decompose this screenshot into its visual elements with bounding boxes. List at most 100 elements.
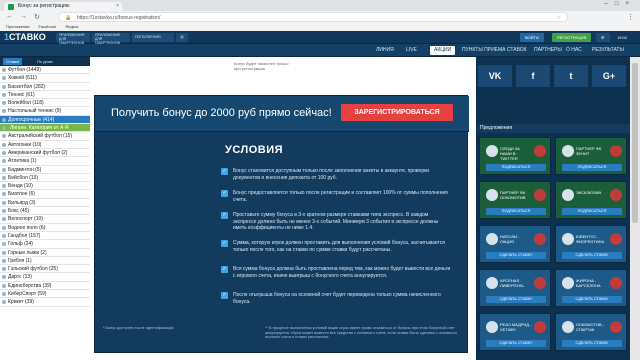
- page-scrollbar[interactable]: [630, 57, 640, 360]
- offer-card[interactable]: НАПОЛИ - ЛАЦИО СДЕЛАТЬ СТАВКУ: [479, 225, 551, 263]
- offer-label: ЛОКОМОТИВ - СПАРТАК: [576, 322, 605, 332]
- sidebar-sport-item[interactable]: Гольф (24): [0, 240, 90, 249]
- sidebar-sport-item[interactable]: Велоспорт (10): [0, 215, 90, 224]
- smartphone-app-button[interactable]: ПРИЛОЖЕНИЕ ДЛЯ СМАРТФОНОВ: [92, 33, 130, 45]
- bookmark-star-icon[interactable]: ☆: [557, 13, 561, 23]
- offer-card[interactable]: РЕАЛ МАДРИД - ХЕТАФЕ СДЕЛАТЬ СТАВКУ: [479, 313, 551, 351]
- sidebar-sport-item[interactable]: Биатлон (6): [0, 190, 90, 199]
- sidebar-sport-item[interactable]: Дартс (13): [0, 273, 90, 282]
- sidebar-sport-item[interactable]: Американский футбол (2): [0, 149, 90, 158]
- site-logo[interactable]: 1СТАВКО: [4, 32, 46, 42]
- tab-by-days[interactable]: По дням: [34, 58, 56, 65]
- nav-live[interactable]: LIVE: [406, 44, 417, 57]
- bookmark-item[interactable]: Яндекс: [65, 24, 78, 29]
- register-top-button[interactable]: РЕГИСТРАЦИЯ: [552, 33, 592, 42]
- offer-button[interactable]: СДЕЛАТЬ СТАВКУ: [562, 252, 622, 259]
- offer-card[interactable]: ПАРТНЕР ФК ЗЕНИТ ПОДПИСАТЬСЯ: [555, 137, 627, 175]
- nav-about[interactable]: О НАС: [566, 44, 582, 57]
- sidebar-sport-item[interactable]: Бокс (45): [0, 207, 90, 216]
- tab-strip: Бонус за регистрацию × –□×: [0, 0, 640, 11]
- sidebar-sport-item[interactable]: Австралийский футбол (15): [0, 132, 90, 141]
- settings-icon[interactable]: ⚙: [596, 33, 610, 42]
- login-button[interactable]: ВОЙТИ: [520, 33, 544, 42]
- sidebar-sport-item[interactable]: Теннис (61): [0, 91, 90, 100]
- sidebar-sport-item[interactable]: Хоккей (511): [0, 74, 90, 83]
- url-text: https://1xstavka.ru/bonus-registration/: [77, 15, 161, 21]
- offer-label: ЮВЕНТУС - ФИОРЕНТИНА: [576, 234, 605, 244]
- sidebar-sport-item[interactable]: Горные лыжи (2): [0, 249, 90, 257]
- offer-button[interactable]: ПОДПИСАТЬСЯ: [562, 164, 622, 171]
- bookmark-item[interactable]: Приложения: [6, 24, 29, 29]
- sidebar-sport-item[interactable]: Гребля (1): [0, 257, 90, 266]
- back-icon[interactable]: ←: [6, 13, 13, 20]
- sidebar-sport-item[interactable]: Футбол (1449): [0, 66, 90, 75]
- sidebar-sport-item[interactable]: Водное поло (6): [0, 224, 90, 232]
- nav-partners[interactable]: ПАРТНЕРЫ: [534, 44, 562, 57]
- bookmarks-bar: Приложения Facebook Яндекс: [0, 23, 640, 31]
- sidebar-sport-item[interactable]: Гандбол (157): [0, 232, 90, 241]
- tab-bets[interactable]: Ставки: [3, 58, 23, 65]
- bookmark-item[interactable]: Facebook: [39, 24, 57, 29]
- twitter-icon[interactable]: t: [554, 65, 588, 87]
- url-field[interactable]: 🔒 https://1xstavka.ru/bonus-registration…: [58, 12, 568, 22]
- apps-button[interactable]: ПРИЛОЖЕНИЯ ДЛЯ СМАРТФОНОВ: [56, 33, 90, 45]
- offer-card[interactable]: ЭКСКЛЮЗИВ ПОДПИСАТЬСЯ: [555, 181, 627, 219]
- sidebar-sport-item[interactable]: Бейсбол (19): [0, 174, 90, 183]
- sidebar-sport-item[interactable]: Бенди (10): [0, 182, 90, 191]
- offer-button[interactable]: ПОДПИСАТЬСЯ: [562, 208, 622, 215]
- team-logo-icon: [534, 145, 546, 157]
- reload-icon[interactable]: ↻: [34, 13, 40, 21]
- offer-button[interactable]: СДЕЛАТЬ СТАВКУ: [562, 296, 622, 303]
- condition-item: ✓ После отыгрыша бонуса на основной счет …: [221, 292, 441, 305]
- offer-card[interactable]: ЛОКОМОТИВ - СПАРТАК СДЕЛАТЬ СТАВКУ: [555, 313, 627, 351]
- browser-menu-icon[interactable]: ⋮: [627, 13, 634, 21]
- google-plus-icon[interactable]: G+: [592, 65, 626, 87]
- scroll-thumb[interactable]: [632, 63, 638, 223]
- conditions-title: УСЛОВИЯ: [225, 144, 284, 156]
- offer-card[interactable]: ЖИРОНА - БАРСЕЛОНА СДЕЛАТЬ СТАВКУ: [555, 269, 627, 307]
- sidebar-sport-item[interactable]: Атлетика (1): [0, 157, 90, 166]
- bonus-banner: Получить бонус до 2000 руб прямо сейчас!…: [95, 96, 469, 132]
- site-top-bar: 1СТАВКО ПРИЛОЖЕНИЯ ДЛЯ СМАРТФОНОВ ПРИЛОЖ…: [0, 31, 640, 48]
- sidebar-sport-item[interactable]: Лиганн. Категория от А-Я: [0, 124, 90, 133]
- offer-card[interactable]: АРСЕНАЛ - ЛИВЕРПУЛЬ СДЕЛАТЬ СТАВКУ: [479, 269, 551, 307]
- offer-card[interactable]: СЛЕДИ ЗА НАМИ В TWITTER ПОДПИСАТЬСЯ: [479, 137, 551, 175]
- sidebar-sport-item[interactable]: Настольный теннис (9): [0, 107, 90, 116]
- offer-card[interactable]: ЮВЕНТУС - ФИОРЕНТИНА СДЕЛАТЬ СТАВКУ: [555, 225, 627, 263]
- offer-card[interactable]: ПАРТНЕР ФК ЛОКОМОТИВ ПОДПИСАТЬСЯ: [479, 181, 551, 219]
- sidebar-sport-item[interactable]: Единоборства (39): [0, 282, 90, 291]
- close-tab-icon[interactable]: ×: [116, 2, 119, 11]
- check-icon: ✓: [221, 266, 228, 273]
- browser-tab[interactable]: Бонус за регистрацию ×: [4, 2, 122, 11]
- offers-column: VK f t G+ Предложения СЛЕДИ ЗА НАМИ В TW…: [476, 57, 630, 360]
- window-controls[interactable]: –□×: [605, 1, 636, 7]
- stats-icon[interactable]: ▥: [176, 33, 188, 42]
- vk-icon[interactable]: VK: [478, 65, 512, 87]
- offer-button[interactable]: СДЕЛАТЬ СТАВКУ: [486, 340, 546, 347]
- nav-promotions[interactable]: АКЦИИ: [430, 46, 456, 55]
- sidebar-sport-item[interactable]: КиберСпорт (59): [0, 290, 90, 299]
- sidebar-sport-item[interactable]: Гэльский футбол (25): [0, 265, 90, 274]
- deposit-button[interactable]: ПОПОЛНЕНИЕ/ВЫВОД: [132, 33, 174, 48]
- sidebar-sport-item[interactable]: Крикет (39): [0, 298, 90, 307]
- nav-results[interactable]: РЕЗУЛЬТАТЫ: [592, 44, 624, 57]
- offer-button[interactable]: ПОДПИСАТЬСЯ: [486, 164, 546, 171]
- team-logo-icon: [486, 233, 498, 245]
- sidebar-sport-item[interactable]: Бадминтон (5): [0, 166, 90, 174]
- offer-button[interactable]: СДЕЛАТЬ СТАВКУ: [562, 340, 622, 347]
- facebook-icon[interactable]: f: [516, 65, 550, 87]
- sidebar-sport-item[interactable]: Автогонки (10): [0, 141, 90, 149]
- sidebar-sport-item[interactable]: Долгосрочные (414): [0, 115, 90, 125]
- offer-label: РЕАЛ МАДРИД - ХЕТАФЕ: [500, 322, 532, 332]
- sidebar-sport-item[interactable]: Волейбол (118): [0, 99, 90, 108]
- offer-button[interactable]: СДЕЛАТЬ СТАВКУ: [486, 252, 546, 259]
- offer-button[interactable]: ПОДПИСАТЬСЯ: [486, 208, 546, 215]
- offer-button[interactable]: СДЕЛАТЬ СТАВКУ: [486, 296, 546, 303]
- nav-line[interactable]: ЛИНИЯ: [376, 44, 394, 57]
- nav-betting-points[interactable]: ПУНКТЫ ПРИЕМА СТАВОК: [462, 44, 527, 57]
- sidebar-sport-item[interactable]: Баскетбол (282): [0, 83, 90, 91]
- team-logo-icon: [562, 189, 574, 201]
- register-button[interactable]: ЗАРЕГИСТРИРОВАТЬСЯ: [341, 104, 453, 121]
- sidebar-sport-item[interactable]: Бильярд (3): [0, 199, 90, 208]
- forward-icon[interactable]: →: [20, 13, 27, 20]
